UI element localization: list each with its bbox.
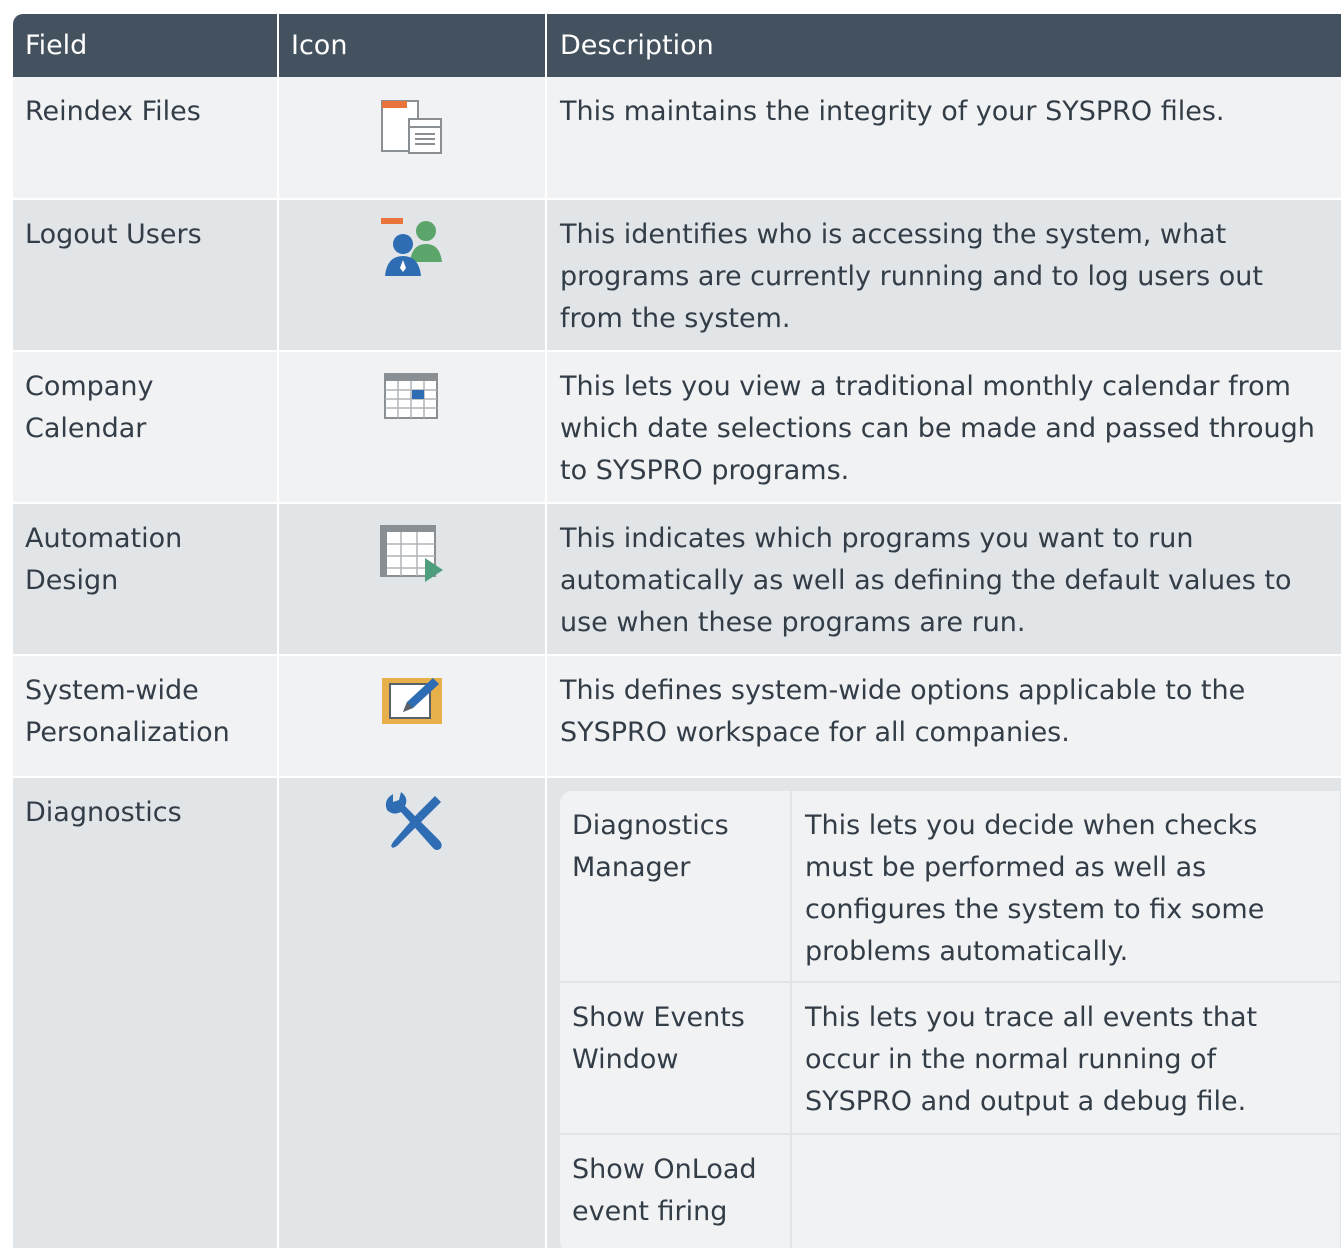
table-row: Automation Design This indicates which p… (13, 504, 1341, 656)
header-icon: Icon (279, 14, 547, 77)
wrench-screwdriver-icon (379, 790, 447, 858)
list-item: Show Events Window This lets you trace a… (560, 983, 1340, 1135)
sub-option: Show OnLoad event firing (560, 1135, 792, 1248)
header-field: Field (13, 14, 279, 77)
row-field: Diagnostics (13, 778, 279, 1248)
list-item: Diagnostics Manager This lets you decide… (560, 791, 1340, 983)
row-description: This indicates which programs you want t… (560, 523, 1292, 638)
sub-description: This lets you decide when checks must be… (805, 810, 1265, 967)
sub-option: Show Events Window (560, 983, 792, 1133)
sub-option: Diagnostics Manager (560, 791, 792, 981)
row-field: Reindex Files (13, 77, 279, 198)
automation-design-icon (379, 524, 447, 592)
sub-description: This lets you trace all events that occu… (805, 1002, 1258, 1117)
calendar-icon (383, 372, 451, 440)
row-field: Logout Users (13, 200, 279, 350)
row-description: This maintains the integrity of your SYS… (560, 96, 1225, 127)
header-description: Description (560, 30, 714, 61)
row-field: System-wide Personalization (13, 656, 279, 776)
list-item: Show OnLoad event firing (560, 1135, 1340, 1248)
sub-description (792, 1135, 1340, 1248)
table-row: Logout Users This identifies who is acce… (13, 200, 1341, 352)
personalization-icon (379, 674, 447, 742)
row-description: This defines system-wide options applica… (560, 675, 1246, 748)
table-row: Diagnostics Diagnostics Manager This let… (13, 778, 1341, 1248)
table-row: Company Calendar This lets you view a tr… (13, 352, 1341, 504)
table-row: System-wide Personalization This defines… (13, 656, 1341, 778)
row-description: This identifies who is accessing the sys… (560, 219, 1263, 334)
table-header: Field Icon Description (13, 14, 1341, 77)
reindex-files-icon (379, 97, 447, 165)
row-field: Company Calendar (13, 352, 279, 502)
options-table: Field Icon Description Reindex Files Thi… (13, 14, 1341, 1248)
row-field: Automation Design (13, 504, 279, 654)
table-row: Reindex Files This maintains the integri… (13, 77, 1341, 200)
row-description: This lets you view a traditional monthly… (560, 371, 1315, 486)
logout-users-icon (379, 216, 447, 284)
diagnostics-subtable: Diagnostics Manager This lets you decide… (560, 791, 1340, 1248)
